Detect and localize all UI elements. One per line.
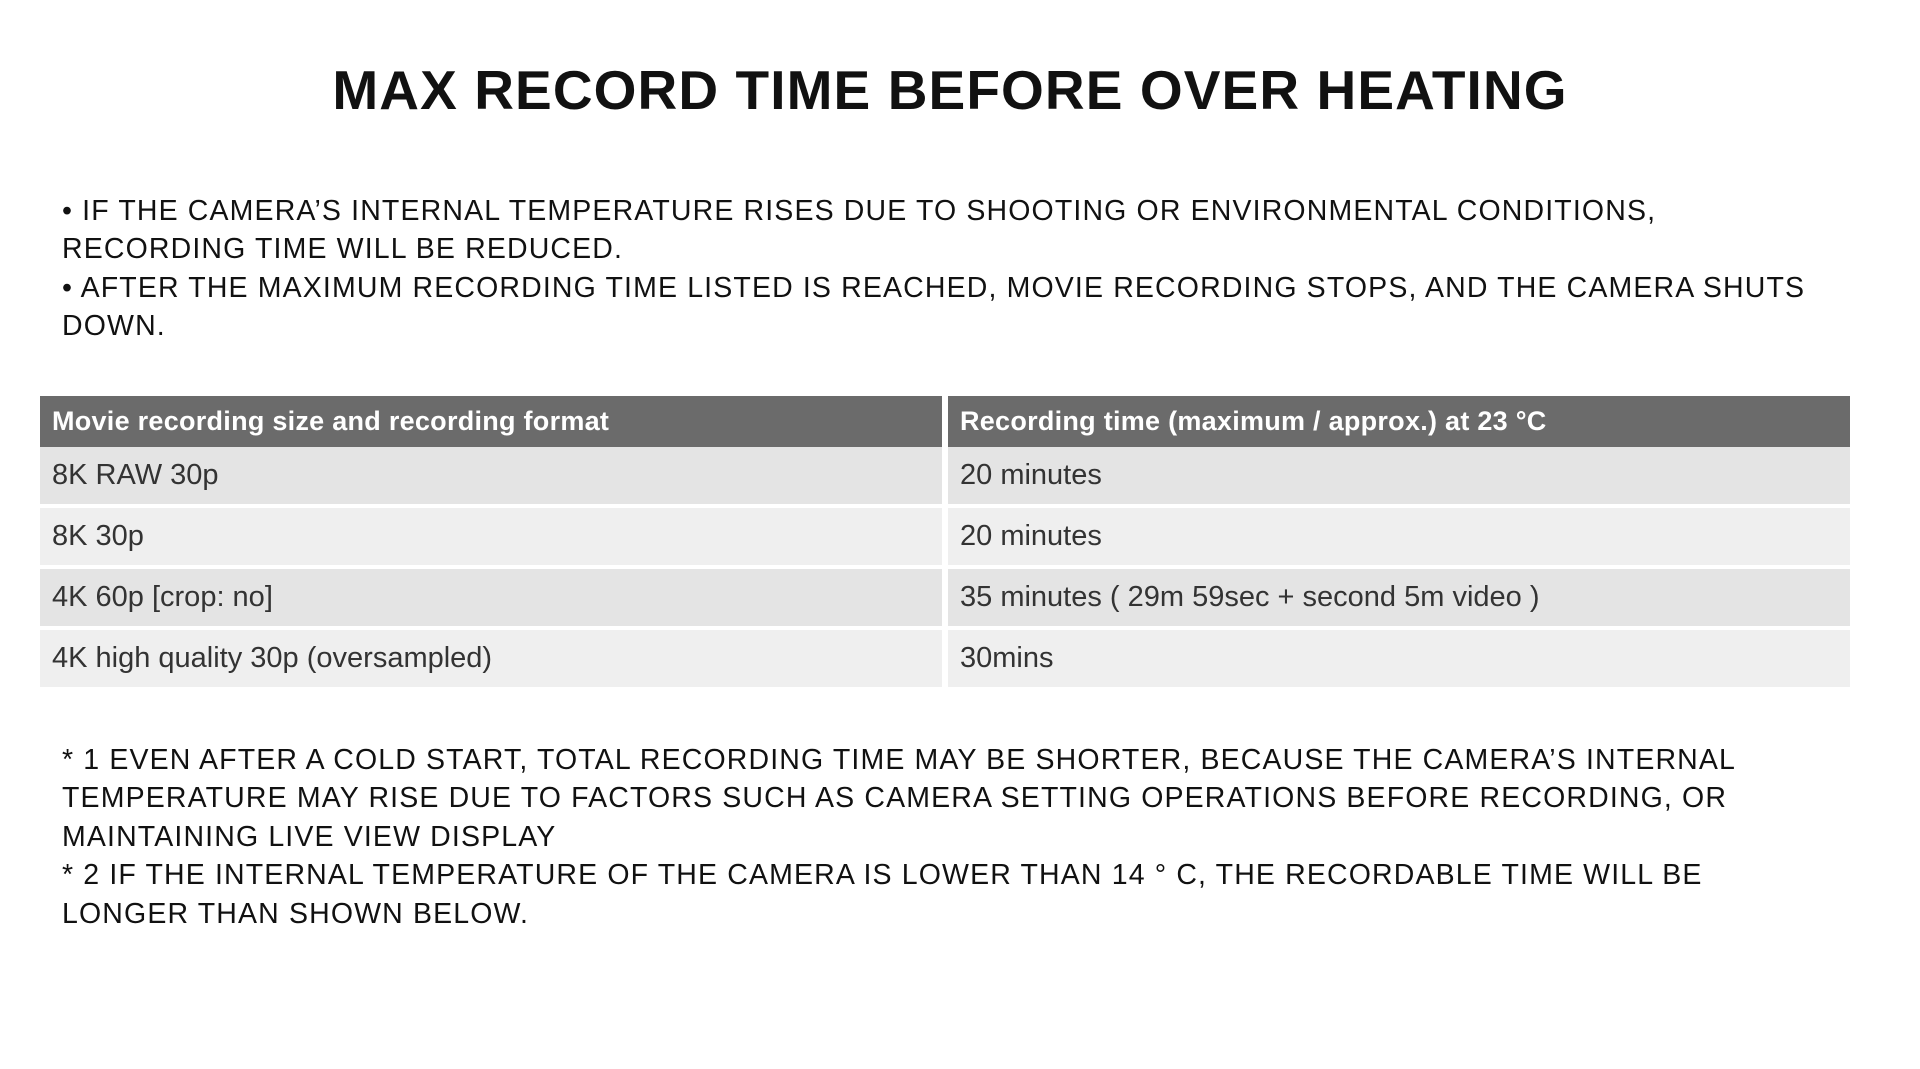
footnote-1: * 1 EVEN AFTER A COLD START, TOTAL RECOR… [62, 741, 1820, 856]
cell-format: 8K 30p [40, 506, 945, 567]
cell-time: 20 minutes [945, 506, 1850, 567]
table-header-format: Movie recording size and recording forma… [40, 396, 945, 447]
cell-format: 4K high quality 30p (oversampled) [40, 628, 945, 689]
cell-time: 20 minutes [945, 447, 1850, 506]
intro-block: • IF THE CAMERA’S INTERNAL TEMPERATURE R… [62, 192, 1820, 346]
table-row: 4K 60p [crop: no] 35 minutes ( 29m 59sec… [40, 567, 1850, 628]
cell-format: 8K RAW 30p [40, 447, 945, 506]
table-header-row: Movie recording size and recording forma… [40, 396, 1850, 447]
cell-time: 35 minutes ( 29m 59sec + second 5m video… [945, 567, 1850, 628]
record-time-table: Movie recording size and recording forma… [40, 396, 1850, 691]
cell-time: 30mins [945, 628, 1850, 689]
table-header-time: Recording time (maximum / approx.) at 23… [945, 396, 1850, 447]
table-row: 8K 30p 20 minutes [40, 506, 1850, 567]
table-row: 4K high quality 30p (oversampled) 30mins [40, 628, 1850, 689]
intro-bullet-1: • IF THE CAMERA’S INTERNAL TEMPERATURE R… [62, 192, 1820, 269]
table-row: 8K RAW 30p 20 minutes [40, 447, 1850, 506]
page-title: MAX RECORD TIME BEFORE OVER HEATING [40, 58, 1860, 122]
footnote-block: * 1 EVEN AFTER A COLD START, TOTAL RECOR… [62, 741, 1820, 933]
footnote-2: * 2 IF THE INTERNAL TEMPERATURE OF THE C… [62, 856, 1820, 933]
intro-bullet-2: • AFTER THE MAXIMUM RECORDING TIME LISTE… [62, 269, 1820, 346]
cell-format: 4K 60p [crop: no] [40, 567, 945, 628]
